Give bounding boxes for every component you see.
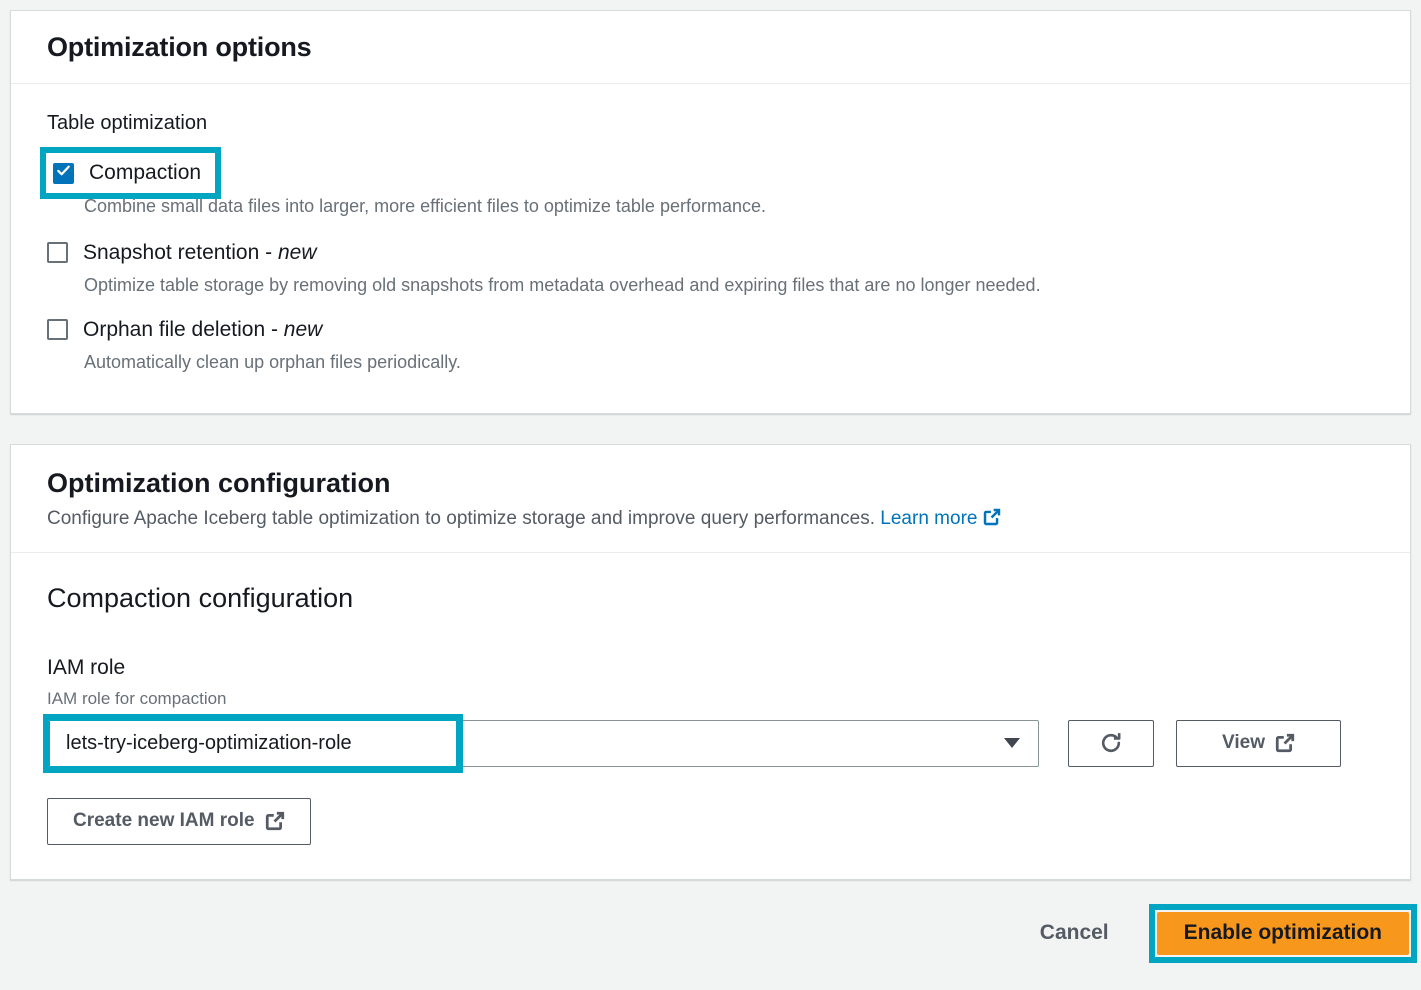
snapshot-retention-label[interactable]: Snapshot retention - new (83, 241, 317, 265)
compaction-description: Combine small data files into larger, mo… (84, 193, 1044, 221)
new-badge: new (278, 241, 317, 264)
iam-role-select[interactable]: lets-try-iceberg-optimization-role (47, 720, 1039, 767)
table-optimization-label: Table optimization (47, 112, 1374, 135)
iam-role-row: lets-try-iceberg-optimization-role View (47, 720, 1374, 767)
new-badge: new (284, 318, 323, 341)
create-iam-role-button[interactable]: Create new IAM role (47, 798, 311, 845)
compaction-label[interactable]: Compaction (89, 161, 201, 185)
enable-optimization-button[interactable]: Enable optimization (1157, 912, 1409, 955)
optimization-options-card: Optimization options Table optimization … (10, 10, 1411, 414)
compaction-configuration-title: Compaction configuration (47, 583, 1374, 614)
options-content: Table optimization Compaction Combine sm… (11, 84, 1410, 413)
snapshot-retention-description: Optimize table storage by removing old s… (84, 272, 1044, 300)
optimization-configuration-title: Optimization configuration (47, 468, 1374, 499)
orphan-deletion-label[interactable]: Orphan file deletion - new (83, 318, 322, 342)
view-button[interactable]: View (1176, 720, 1341, 767)
submit-annotation-box: Enable optimization (1149, 904, 1417, 963)
optimization-configuration-description: Configure Apache Iceberg table optimizat… (47, 508, 1374, 530)
orphan-deletion-checkbox[interactable] (47, 319, 68, 340)
snapshot-retention-checkbox[interactable] (47, 242, 68, 263)
optimization-options-header: Optimization options (11, 11, 1410, 83)
iam-role-select-wrap: lets-try-iceberg-optimization-role (47, 720, 1039, 767)
dropdown-caret-icon (1004, 738, 1020, 748)
learn-more-link[interactable]: Learn more (880, 508, 1001, 529)
iam-role-description: IAM role for compaction (47, 689, 1374, 709)
external-link-icon (983, 508, 1001, 526)
compaction-configuration-section: Compaction configuration IAM role IAM ro… (11, 553, 1410, 879)
refresh-icon (1099, 731, 1123, 755)
external-link-icon (265, 811, 285, 831)
iam-role-label: IAM role (47, 656, 1374, 680)
form-actions: Cancel Enable optimization (10, 904, 1417, 963)
optimization-options-title: Optimization options (47, 32, 1374, 63)
cancel-button[interactable]: Cancel (1040, 921, 1109, 945)
orphan-deletion-description: Automatically clean up orphan files peri… (84, 349, 1044, 377)
compaction-annotation-box: Compaction (40, 147, 221, 199)
external-link-icon (1275, 733, 1295, 753)
check-icon (56, 163, 71, 183)
iam-role-selected-value: lets-try-iceberg-optimization-role (66, 732, 352, 755)
orphan-deletion-row: Orphan file deletion - new (47, 318, 1374, 342)
compaction-checkbox[interactable] (53, 163, 74, 184)
snapshot-retention-row: Snapshot retention - new (47, 241, 1374, 265)
optimization-configuration-header: Optimization configuration Configure Apa… (11, 445, 1410, 552)
refresh-button[interactable] (1068, 720, 1154, 767)
optimization-configuration-card: Optimization configuration Configure Apa… (10, 444, 1411, 880)
